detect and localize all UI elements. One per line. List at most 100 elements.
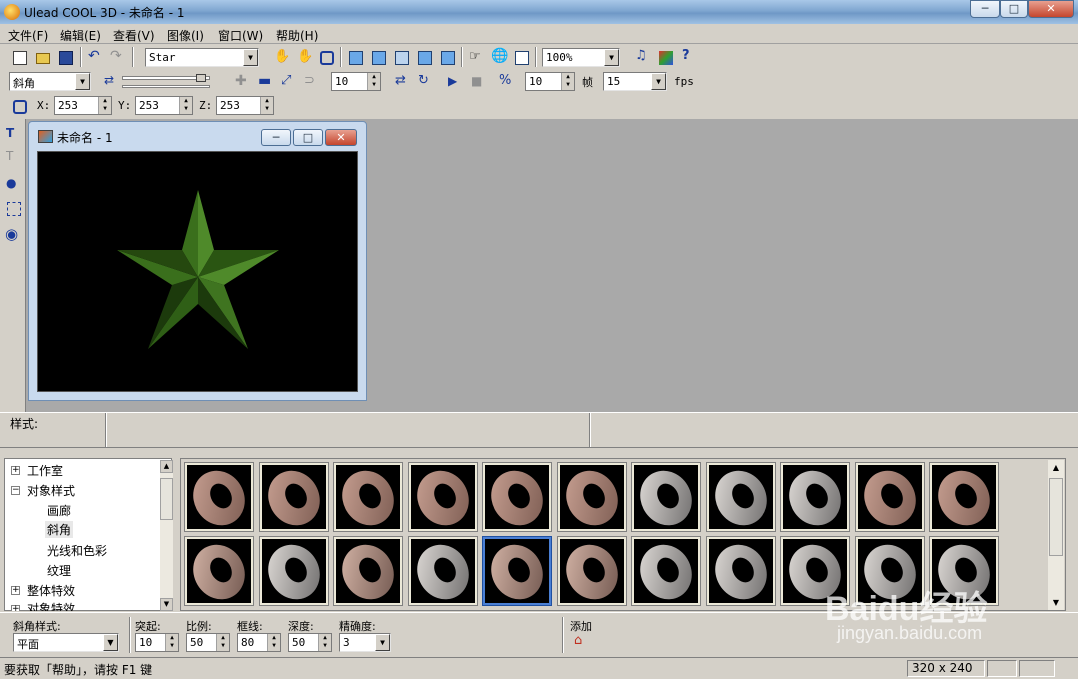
size-object-button[interactable] bbox=[316, 47, 336, 67]
play-button[interactable]: ▶ bbox=[443, 72, 463, 92]
easy-palette-tree[interactable]: + 工作室 − 对象样式 画廊 斜角 光线和色彩 纹理 + 整体特效 + 对象特… bbox=[4, 458, 173, 614]
scroll-up-icon[interactable]: ▲ bbox=[1048, 460, 1064, 475]
chevron-down-icon[interactable]: ▼ bbox=[604, 49, 619, 66]
maximize-button[interactable]: □ bbox=[1000, 0, 1028, 18]
loop-button[interactable]: ⇄ bbox=[391, 72, 411, 92]
bevel-thumbnail[interactable] bbox=[482, 536, 552, 606]
tree-item-global-effects[interactable]: 整体特效 bbox=[27, 582, 75, 599]
bevel-thumbnail[interactable] bbox=[631, 462, 701, 532]
scroll-thumb[interactable] bbox=[1049, 478, 1063, 556]
save-button[interactable] bbox=[55, 47, 75, 67]
menu-window[interactable]: 窗口(W) bbox=[218, 27, 263, 44]
zoom-combo[interactable]: 100% ▼ bbox=[542, 48, 620, 67]
bevel-thumbnail[interactable] bbox=[258, 536, 329, 606]
scroll-up-icon[interactable]: ▲ bbox=[160, 460, 173, 473]
bevel-style-combo[interactable]: 平面 ▼ bbox=[13, 633, 119, 652]
doc-maximize-button[interactable]: □ bbox=[293, 129, 323, 146]
tree-expander[interactable]: + bbox=[11, 466, 20, 475]
tree-item-light-color[interactable]: 光线和色彩 bbox=[47, 542, 107, 559]
bevel-thumbnail[interactable] bbox=[705, 536, 776, 606]
fps-combo[interactable]: 15 ▼ bbox=[603, 72, 667, 91]
undo-button[interactable]: ↶ bbox=[84, 47, 104, 67]
font-combo[interactable]: Star ▼ bbox=[145, 48, 259, 67]
ratio-field[interactable]: 50 ▲ ▼ bbox=[186, 633, 230, 652]
view-left-button[interactable] bbox=[391, 47, 411, 67]
first-frame-button[interactable]: ⇄ bbox=[100, 72, 120, 92]
spin-arrows-icon[interactable]: ▲ ▼ bbox=[216, 634, 229, 651]
bevel-thumbnail[interactable] bbox=[333, 462, 403, 532]
document-window[interactable]: 未命名 - 1 ─ □ ✕ bbox=[28, 121, 367, 401]
protrude-field[interactable]: 10 ▲ ▼ bbox=[135, 633, 179, 652]
bevel-thumbnail[interactable] bbox=[929, 462, 999, 532]
tree-expander[interactable]: + bbox=[11, 605, 20, 614]
chart-button[interactable] bbox=[511, 47, 531, 67]
bevel-thumbnail[interactable] bbox=[184, 462, 254, 532]
tree-scrollbar[interactable]: ▲ ▼ bbox=[160, 460, 173, 611]
bevel-thumbnail[interactable] bbox=[333, 536, 403, 606]
edit-text-button[interactable]: T bbox=[3, 148, 23, 168]
chevron-down-icon[interactable]: ▼ bbox=[243, 49, 258, 66]
minimize-button[interactable]: ─ bbox=[970, 0, 1000, 18]
position-mode-button[interactable] bbox=[9, 96, 29, 116]
x-field[interactable]: 253 ▲ ▼ bbox=[54, 96, 112, 115]
border-field[interactable]: 80 ▲ ▼ bbox=[237, 633, 281, 652]
globe-button[interactable]: 🌐 bbox=[488, 47, 508, 67]
bevel-thumbnail[interactable] bbox=[407, 462, 478, 532]
view-front-button[interactable] bbox=[345, 47, 365, 67]
tree-item-object-style[interactable]: 对象样式 bbox=[27, 482, 75, 499]
y-field[interactable]: 253 ▲ ▼ bbox=[135, 96, 193, 115]
smooth-button[interactable]: ⊃ bbox=[300, 72, 320, 92]
total-frames-stepper[interactable]: 10 ▲ ▼ bbox=[525, 72, 575, 91]
reverse-keyframe-button[interactable]: ⤢ bbox=[277, 72, 297, 92]
chevron-down-icon[interactable]: ▼ bbox=[75, 73, 90, 90]
current-frame-stepper[interactable]: 10 ▲ ▼ bbox=[331, 72, 381, 91]
doc-minimize-button[interactable]: ─ bbox=[261, 129, 291, 146]
timeline-slider[interactable] bbox=[122, 74, 210, 90]
chevron-down-icon[interactable]: ▼ bbox=[651, 73, 666, 90]
bevel-thumbnail[interactable] bbox=[407, 536, 478, 606]
object-type-combo[interactable]: 斜角 ▼ bbox=[9, 72, 91, 91]
color-button[interactable] bbox=[655, 47, 675, 67]
frame-rate-button[interactable]: % bbox=[495, 72, 515, 92]
chevron-down-icon[interactable]: ▼ bbox=[103, 634, 118, 651]
tree-expander[interactable]: + bbox=[11, 586, 20, 595]
view-back-button[interactable] bbox=[368, 47, 388, 67]
bevel-thumbnail[interactable] bbox=[184, 536, 254, 606]
view-top-button[interactable] bbox=[437, 47, 457, 67]
camera-button[interactable]: ☞ bbox=[465, 47, 485, 67]
spin-arrows-icon[interactable]: ▲ ▼ bbox=[367, 73, 380, 90]
bevel-thumbnail[interactable] bbox=[556, 536, 627, 606]
tree-item-texture[interactable]: 纹理 bbox=[47, 562, 71, 579]
menu-help[interactable]: 帮助(H) bbox=[276, 27, 318, 44]
stop-button[interactable]: ■ bbox=[466, 72, 486, 92]
spin-arrows-icon[interactable]: ▲ ▼ bbox=[561, 73, 574, 90]
tree-expander[interactable]: − bbox=[11, 486, 20, 495]
tree-item-bevel[interactable]: 斜角 bbox=[45, 521, 74, 538]
plugin-button[interactable]: ♫ bbox=[632, 47, 652, 67]
edit-graphic-button[interactable] bbox=[3, 198, 23, 218]
scroll-down-icon[interactable]: ▼ bbox=[160, 598, 173, 611]
depth-field[interactable]: 50 ▲ ▼ bbox=[288, 633, 332, 652]
doc-close-button[interactable]: ✕ bbox=[325, 129, 357, 146]
new-file-button[interactable] bbox=[9, 47, 29, 67]
pingpong-button[interactable]: ↻ bbox=[414, 72, 434, 92]
tree-item-studio[interactable]: 工作室 bbox=[27, 462, 63, 479]
move-object-button[interactable]: ✋ bbox=[270, 47, 290, 67]
view-right-button[interactable] bbox=[414, 47, 434, 67]
menu-view[interactable]: 查看(V) bbox=[113, 27, 155, 44]
chevron-down-icon[interactable]: ▼ bbox=[375, 634, 390, 651]
add-keyframe-button[interactable]: ✚ bbox=[231, 72, 251, 92]
spin-arrows-icon[interactable]: ▲ ▼ bbox=[267, 634, 280, 651]
spin-arrows-icon[interactable]: ▲ ▼ bbox=[165, 634, 178, 651]
open-file-button[interactable] bbox=[32, 47, 52, 67]
bevel-thumbnail[interactable] bbox=[780, 462, 850, 532]
menu-file[interactable]: 文件(F) bbox=[8, 27, 48, 44]
bevel-thumbnail[interactable] bbox=[482, 462, 552, 532]
add-to-library-button[interactable]: ⌂ bbox=[571, 632, 591, 652]
rotate-object-button[interactable]: ✋ bbox=[293, 47, 313, 67]
bevel-thumbnail[interactable] bbox=[556, 462, 627, 532]
precision-combo[interactable]: 3 ▼ bbox=[339, 633, 391, 652]
menu-edit[interactable]: 编辑(E) bbox=[60, 27, 101, 44]
star-object[interactable] bbox=[38, 152, 359, 393]
tree-item-object-effects[interactable]: 对象特效 bbox=[27, 600, 75, 611]
